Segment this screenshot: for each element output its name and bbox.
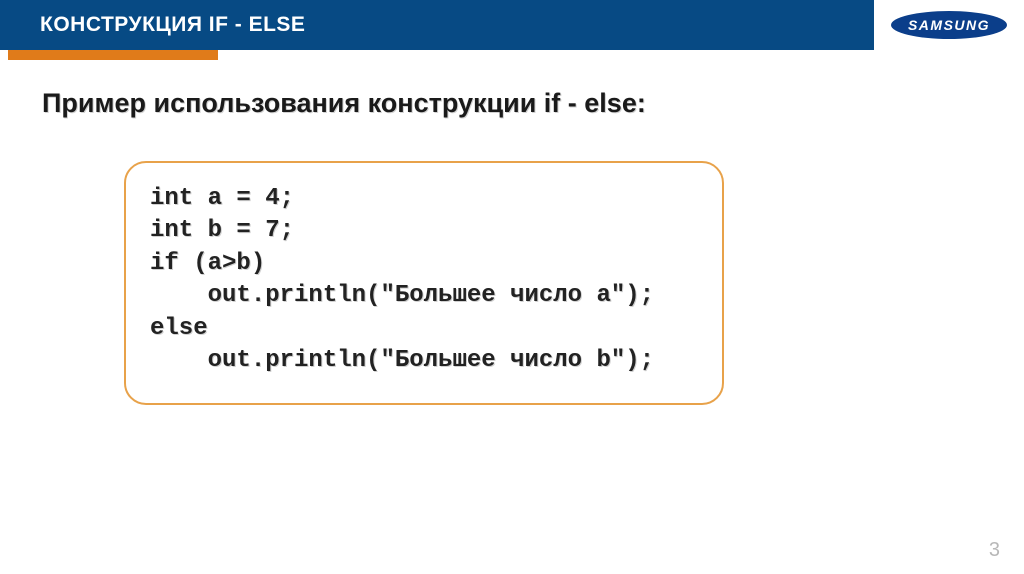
code-line-2: int b = 7; [150,215,698,247]
code-line-3: if (a>b) [150,248,698,280]
page-number: 3 [989,539,1000,562]
slide-title: КОНСТРУКЦИЯ IF - ELSE [40,13,305,37]
logo-box: SAMSUNG [874,0,1024,50]
samsung-logo-text: SAMSUNG [908,17,990,33]
code-line-4: out.println("Большее число a"); [150,280,698,312]
orange-accent-bar [8,50,218,60]
code-box: int a = 4; int b = 7; if (a>b) out.print… [124,161,724,405]
code-line-6: out.println("Большее число b"); [150,345,698,377]
samsung-logo-icon: SAMSUNG [889,10,1009,40]
subtitle: Пример использования конструкции if - el… [42,88,982,119]
code-line-5: else [150,313,698,345]
code-line-1: int a = 4; [150,183,698,215]
content-area: Пример использования конструкции if - el… [0,50,1024,405]
header-bar: КОНСТРУКЦИЯ IF - ELSE SAMSUNG [0,0,1024,50]
